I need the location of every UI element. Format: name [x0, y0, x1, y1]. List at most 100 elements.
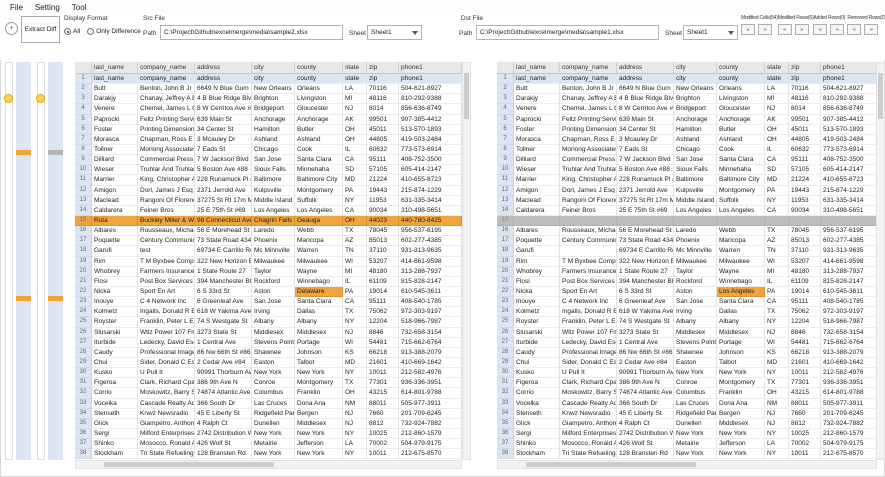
grid-cell[interactable]: Jefferson: [295, 439, 343, 449]
grid-cell[interactable]: San Jose: [252, 155, 295, 165]
grid-cell[interactable]: 602-277-4385: [399, 236, 462, 246]
radio-only-difference[interactable]: [87, 28, 94, 35]
grid-cell[interactable]: 8812: [789, 419, 821, 429]
grid-cell[interactable]: San Jose: [674, 155, 717, 165]
grid-cell[interactable]: 810-292-9388: [399, 94, 462, 104]
grid-cell[interactable]: Dallas: [717, 307, 765, 317]
grid-cell[interactable]: Portage: [717, 338, 765, 348]
grid-cell[interactable]: Baltimore: [252, 175, 295, 185]
grid-cell[interactable]: Corrio: [92, 388, 138, 398]
grid-cell[interactable]: Maclead: [514, 196, 560, 206]
grid-cell[interactable]: 913-388-2079: [399, 348, 462, 358]
row-number[interactable]: 10: [75, 165, 92, 175]
grid-cell[interactable]: 972-303-9197: [821, 307, 877, 317]
grid-cell[interactable]: Butt: [92, 84, 138, 94]
row-number[interactable]: 27: [497, 338, 514, 348]
grid-cell[interactable]: New Orleans: [674, 84, 717, 94]
grid-cell[interactable]: Venere: [92, 104, 138, 114]
grid-cell[interactable]: Stockham: [92, 449, 138, 459]
grid-cell[interactable]: AZ: [343, 236, 367, 246]
grid-cell[interactable]: Whobrey: [514, 267, 560, 277]
grid-cell[interactable]: Cook: [295, 145, 343, 155]
grid-cell[interactable]: Baltimore City: [295, 175, 343, 185]
grid-cell[interactable]: 322 New Horizon Blvd: [195, 257, 252, 267]
grid-cell[interactable]: Chanay, Jeffrey A Esq: [560, 94, 617, 104]
grid-cell[interactable]: MD: [765, 358, 789, 368]
src-path-input[interactable]: [160, 25, 343, 40]
grid-cell[interactable]: 48180: [367, 267, 399, 277]
row-number[interactable]: 3: [75, 94, 92, 104]
grid-cell[interactable]: Anchorage: [252, 115, 295, 125]
grid-cell[interactable]: Minnehaha: [717, 165, 765, 175]
grid-cell[interactable]: NY: [765, 368, 789, 378]
grid-cell[interactable]: 66218: [789, 348, 821, 358]
grid-cell[interactable]: 212-675-8570: [399, 449, 462, 459]
grid-cell[interactable]: 212-582-4976: [821, 368, 877, 378]
grid-cell[interactable]: 19443: [789, 186, 821, 196]
grid-cell[interactable]: AK: [765, 115, 789, 125]
grid-cell[interactable]: Glick: [514, 419, 560, 429]
extract-diff-button[interactable]: Extract Diff: [21, 16, 60, 43]
grid-cell[interactable]: Winnebago: [717, 277, 765, 287]
next-diff-button[interactable]: »: [758, 24, 772, 35]
grid-cell[interactable]: Slusarski: [92, 328, 138, 338]
grid-cell[interactable]: 6649 N Blue Gum St: [617, 84, 674, 94]
grid-cell[interactable]: Ruta: [92, 216, 138, 226]
grid-cell[interactable]: Feiner Bros: [138, 206, 195, 216]
prev-diff-button[interactable]: «: [778, 24, 792, 35]
grid-cell[interactable]: 73 State Road 434 E: [195, 236, 252, 246]
grid-cell[interactable]: Chicago: [252, 145, 295, 155]
grid-cell[interactable]: Minnehaha: [295, 165, 343, 175]
grid-cell[interactable]: Milford Enterprises Inc: [560, 429, 617, 439]
grid-cell[interactable]: CA: [765, 155, 789, 165]
grid-cell[interactable]: 75062: [789, 307, 821, 317]
grid-cell[interactable]: Livingston: [295, 94, 343, 104]
grid-cell[interactable]: Columbus: [252, 388, 295, 398]
grid-cell[interactable]: company_name: [138, 74, 195, 84]
grid-cell[interactable]: NM: [765, 399, 789, 409]
grid-cell[interactable]: [560, 216, 617, 226]
grid-cell[interactable]: 228 Runamuck Pl #2808: [195, 175, 252, 185]
grid-cell[interactable]: Tollner: [514, 145, 560, 155]
grid-cell[interactable]: 99501: [789, 115, 821, 125]
row-number[interactable]: 28: [75, 348, 92, 358]
grid-cell[interactable]: city: [252, 74, 295, 84]
grid-cell[interactable]: T M Byxbee Company Pc: [138, 257, 195, 267]
grid-cell[interactable]: Milwaukee: [674, 257, 717, 267]
grid-cell[interactable]: Geauga: [295, 216, 343, 226]
grid-cell[interactable]: T M Byxbee Company Pc: [560, 257, 617, 267]
grid-cell[interactable]: 3 Mcauley Dr: [617, 135, 674, 145]
grid-cell[interactable]: Kulpsville: [252, 186, 295, 196]
grid-cell[interactable]: 212-860-1579: [821, 429, 877, 439]
grid-cell[interactable]: Darakjy: [514, 94, 560, 104]
prev-diff-button[interactable]: «: [741, 24, 755, 35]
grid-cell[interactable]: Commercial Press: [138, 155, 195, 165]
grid-cell[interactable]: 408-752-3500: [821, 155, 877, 165]
grid-cell[interactable]: Webb: [717, 226, 765, 236]
grid-cell[interactable]: 73 State Road 434 E: [617, 236, 674, 246]
grid-cell[interactable]: 215-874-1229: [399, 186, 462, 196]
grid-cell[interactable]: New Orleans: [252, 84, 295, 94]
grid-cell[interactable]: Giampetro, Anthony D: [138, 419, 195, 429]
grid-cell[interactable]: Rangoni Of Florence: [138, 196, 195, 206]
grid-cell[interactable]: 45011: [789, 125, 821, 135]
grid-cell[interactable]: New York: [674, 429, 717, 439]
grid-cell[interactable]: Anchorage: [717, 115, 765, 125]
grid-cell[interactable]: Marrier: [92, 175, 138, 185]
grid-cell[interactable]: Orleans: [717, 84, 765, 94]
grid-cell[interactable]: Albares: [92, 226, 138, 236]
dst-minimap-thumb[interactable]: [36, 94, 45, 103]
grid-cell[interactable]: 810-292-9388: [821, 94, 877, 104]
grid-cell[interactable]: 419-503-2484: [399, 135, 462, 145]
grid-cell[interactable]: NY: [343, 449, 367, 459]
grid-cell[interactable]: 907-385-4412: [399, 115, 462, 125]
grid-cell[interactable]: Albany: [674, 317, 717, 327]
grid-cell[interactable]: Whobrey: [92, 267, 138, 277]
src-diff-minimap[interactable]: [16, 62, 31, 460]
grid-cell[interactable]: Stevens Point: [252, 338, 295, 348]
grid-cell[interactable]: Chui: [514, 358, 560, 368]
grid-cell[interactable]: Chui: [92, 358, 138, 368]
grid-cell[interactable]: 1 State Route 27: [617, 267, 674, 277]
grid-cell[interactable]: 504-979-9175: [399, 439, 462, 449]
grid-cell[interactable]: 8846: [367, 328, 399, 338]
